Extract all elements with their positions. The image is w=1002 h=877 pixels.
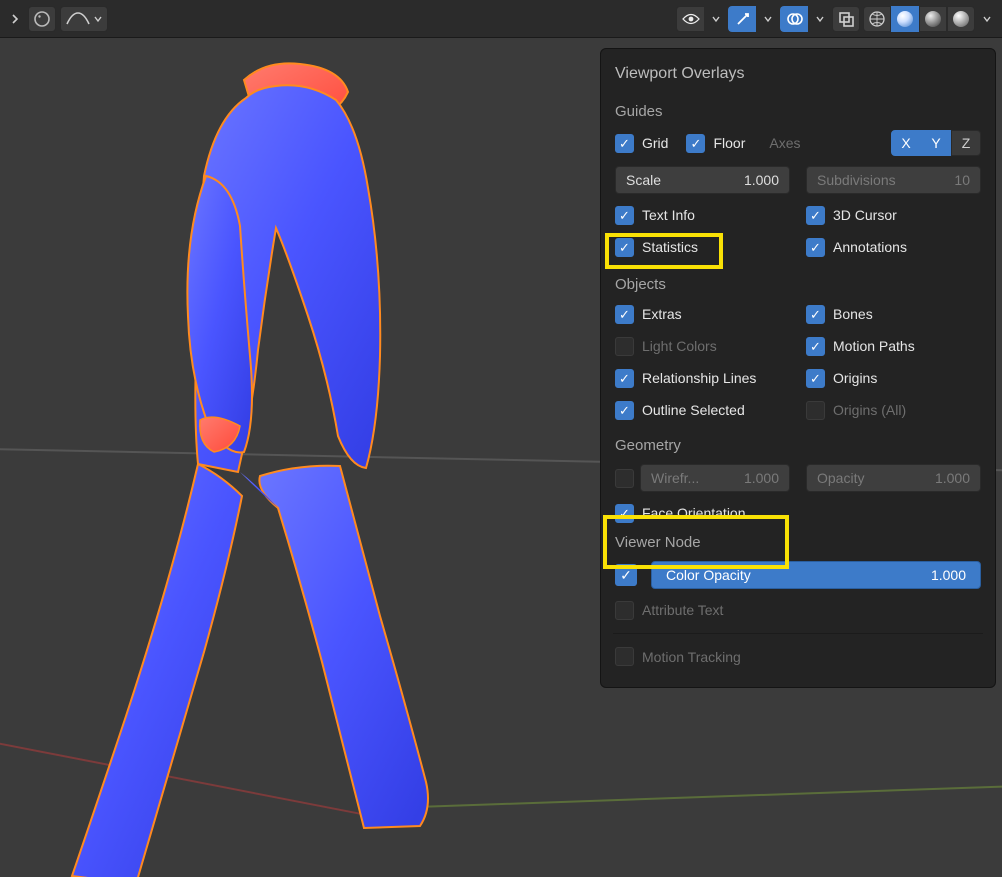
face-orientation-mesh — [8, 56, 528, 877]
shading-solid[interactable] — [891, 6, 919, 32]
section-guides: Guides — [615, 103, 981, 120]
panel-title: Viewport Overlays — [615, 65, 981, 83]
shading-rendered[interactable] — [947, 6, 975, 32]
viewport-header — [0, 0, 1002, 38]
light-colors-checkbox[interactable]: Light Colors — [615, 335, 790, 357]
sphere-icon-button[interactable] — [28, 6, 56, 32]
visibility-dropdown[interactable] — [707, 6, 725, 32]
text-info-checkbox[interactable]: Text Info — [615, 204, 790, 226]
subdiv-label: Subdivisions — [817, 172, 896, 188]
wireframe-checkbox[interactable] — [615, 469, 634, 488]
axis-y-button[interactable]: Y — [921, 130, 951, 156]
header-left-chevron[interactable] — [6, 6, 24, 32]
section-objects: Objects — [615, 276, 981, 293]
origins-checkbox[interactable]: Origins — [806, 367, 981, 389]
relationship-lines-checkbox[interactable]: Relationship Lines — [615, 367, 790, 389]
axis-z-button[interactable]: Z — [951, 130, 981, 156]
wireframe-field[interactable]: Wirefr... 1.000 — [640, 464, 790, 492]
pants-left-frontface — [72, 464, 242, 877]
bones-checkbox[interactable]: Bones — [806, 303, 981, 325]
scale-value: 1.000 — [744, 172, 779, 188]
section-viewer: Viewer Node — [615, 534, 981, 551]
wire-opacity-field[interactable]: Opacity 1.000 — [806, 464, 981, 492]
y-axis-line — [360, 781, 1002, 810]
grid-checkbox[interactable]: Grid — [615, 132, 668, 154]
3d-cursor-checkbox[interactable]: 3D Cursor — [806, 204, 981, 226]
extras-checkbox[interactable]: Extras — [615, 303, 790, 325]
axes-label: Axes — [769, 132, 800, 154]
x-axis-line — [0, 733, 372, 817]
shading-matprev[interactable] — [919, 6, 947, 32]
sleeve-frontface — [187, 176, 252, 452]
grid-label: Grid — [642, 132, 668, 154]
viewer-enable-checkbox[interactable]: ✓ — [615, 564, 637, 586]
pocket-backface — [200, 417, 240, 452]
shading-wireframe[interactable] — [863, 6, 891, 32]
statistics-checkbox[interactable]: Statistics — [615, 236, 790, 258]
gizmos-button[interactable] — [728, 6, 756, 32]
attribute-text-checkbox[interactable]: Attribute Text — [615, 599, 723, 621]
axis-x-button[interactable]: X — [891, 130, 921, 156]
shading-dropdown[interactable] — [978, 6, 996, 32]
floor-label: Floor — [713, 132, 745, 154]
shading-mode-group — [863, 6, 975, 32]
overlays-button[interactable] — [780, 6, 808, 32]
motion-paths-checkbox[interactable]: Motion Paths — [806, 335, 981, 357]
jacket-frontface — [195, 85, 380, 472]
origins-all-checkbox[interactable]: Origins (All) — [806, 399, 981, 421]
scale-label: Scale — [626, 172, 661, 188]
color-opacity-slider[interactable]: Color Opacity 1.000 — [651, 561, 981, 589]
gizmos-dropdown[interactable] — [759, 6, 777, 32]
outline-selected-checkbox[interactable]: Outline Selected — [615, 399, 790, 421]
panel-separator — [613, 633, 983, 634]
mesh-figure — [8, 56, 528, 877]
collar-backface — [244, 63, 348, 122]
overlays-dropdown[interactable] — [811, 6, 829, 32]
xray-button[interactable] — [832, 6, 860, 32]
scale-field[interactable]: Scale 1.000 — [615, 166, 790, 194]
viewport-overlays-panel: Viewport Overlays Guides Grid Floor Axes… — [600, 48, 996, 688]
motion-tracking-checkbox[interactable]: Motion Tracking — [615, 646, 741, 668]
subdiv-value: 10 — [954, 172, 970, 188]
floor-checkbox[interactable]: Floor — [686, 132, 745, 154]
pants-seat-frontface — [240, 472, 278, 508]
subdivisions-field[interactable]: Subdivisions 10 — [806, 166, 981, 194]
visibility-button[interactable] — [676, 6, 704, 32]
face-orientation-checkbox[interactable]: Face Orientation — [615, 502, 746, 524]
falloff-dropdown[interactable] — [60, 6, 108, 32]
pants-right-frontface — [259, 466, 428, 828]
annotations-checkbox[interactable]: Annotations — [806, 236, 981, 258]
section-geometry: Geometry — [615, 437, 981, 454]
